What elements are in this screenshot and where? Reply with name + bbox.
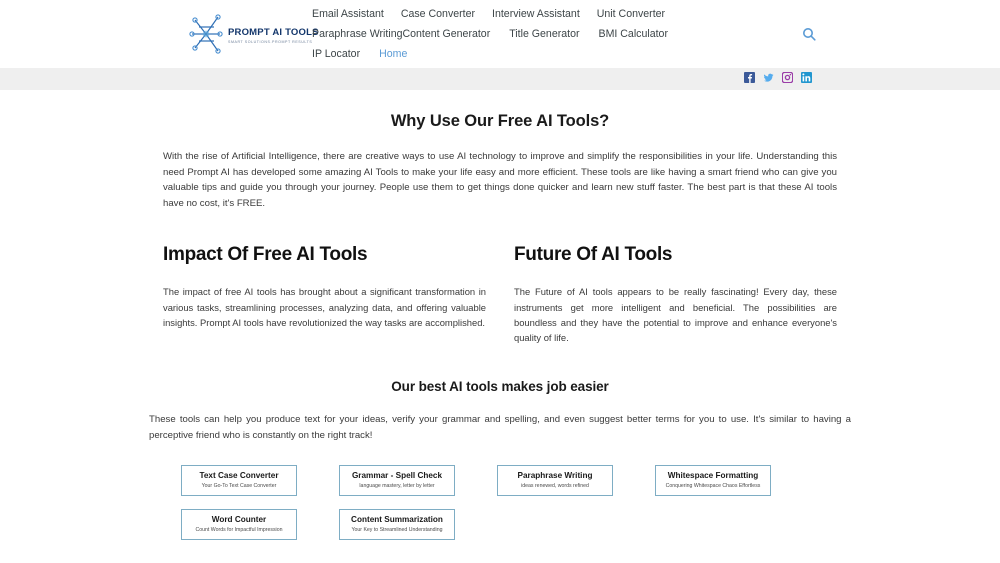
search-icon[interactable]: [802, 27, 816, 41]
best-tools-heading: Our best AI tools makes job easier: [391, 379, 609, 395]
card-title: Text Case Converter: [199, 471, 279, 481]
best-tools-paragraph: These tools can help you produce text fo…: [149, 414, 851, 441]
nav-item-home[interactable]: Home: [379, 47, 407, 61]
impact-heading: Impact Of Free AI Tools: [163, 244, 368, 266]
column-future: Future Of AI Tools The Future of AI tool…: [514, 244, 837, 345]
logo-network-icon: [186, 10, 226, 58]
card-title: Grammar - Spell Check: [351, 471, 443, 481]
future-paragraph: The Future of AI tools appears to be rea…: [514, 286, 837, 343]
tool-card-word-counter[interactable]: Word Counter Count Words for Impactful I…: [181, 509, 297, 541]
logo-text-block: PROMPT AI TOOLS SMART SOLUTIONS.PROMPT R…: [228, 23, 319, 45]
main-navigation: Email Assistant Case Converter Interview…: [312, 7, 742, 61]
card-subtitle: Count Words for Impactful Impression: [195, 527, 283, 534]
tool-card-whitespace-formatting[interactable]: Whitespace Formatting Conquering Whitesp…: [655, 465, 771, 497]
impact-paragraph: The impact of free AI tools has brought …: [163, 286, 486, 328]
tool-card-paraphrase-writing[interactable]: Paraphrase Writing ideas renewed, words …: [497, 465, 613, 497]
card-title: Content Summarization: [351, 515, 443, 525]
facebook-icon[interactable]: [744, 72, 755, 83]
twitter-icon[interactable]: [763, 72, 774, 83]
instagram-icon[interactable]: [782, 72, 793, 83]
nav-item-content-generator[interactable]: Content Generator: [402, 27, 490, 41]
card-title: Paraphrase Writing: [517, 471, 593, 481]
card-subtitle: Your Key to Streamlined Understanding: [351, 527, 443, 534]
nav-item-unit-converter[interactable]: Unit Converter: [597, 7, 665, 21]
nav-item-email-assistant[interactable]: Email Assistant: [312, 7, 384, 21]
nav-item-interview-assistant[interactable]: Interview Assistant: [492, 7, 580, 21]
card-subtitle: Your Go-To Text Case Converter: [201, 483, 277, 490]
page-root: PROMPT AI TOOLS SMART SOLUTIONS.PROMPT R…: [0, 0, 1000, 563]
card-title: Whitespace Formatting: [667, 471, 759, 481]
logo-title: PROMPT AI TOOLS: [228, 27, 319, 39]
future-heading: Future Of AI Tools: [514, 244, 673, 266]
best-tools-card-grid: Text Case Converter Your Go-To Text Case…: [181, 465, 837, 541]
card-subtitle: Conquering Whitespace Chaos Effortless: [665, 483, 761, 490]
nav-item-ip-locator[interactable]: IP Locator: [312, 47, 360, 61]
why-use-paragraph: With the rise of Artificial Intelligence…: [163, 151, 837, 209]
site-logo[interactable]: PROMPT AI TOOLS SMART SOLUTIONS.PROMPT R…: [186, 8, 318, 60]
main-content: Why Use Our Free AI Tools? With the rise…: [0, 112, 1000, 563]
two-column-section: Impact Of Free AI Tools The impact of fr…: [163, 244, 837, 345]
social-links: [744, 72, 812, 83]
tool-card-grammar-spell-check[interactable]: Grammar - Spell Check language mastery, …: [339, 465, 455, 497]
column-impact: Impact Of Free AI Tools The impact of fr…: [163, 244, 486, 345]
tool-card-content-summarization[interactable]: Content Summarization Your Key to Stream…: [339, 509, 455, 541]
tool-card-text-case-converter[interactable]: Text Case Converter Your Go-To Text Case…: [181, 465, 297, 497]
nav-item-bmi-calculator[interactable]: BMI Calculator: [599, 27, 668, 41]
nav-item-title-generator[interactable]: Title Generator: [509, 27, 579, 41]
logo-tagline: SMART SOLUTIONS.PROMPT RESULTS: [228, 40, 313, 45]
site-header: PROMPT AI TOOLS SMART SOLUTIONS.PROMPT R…: [0, 0, 1000, 68]
card-title: Word Counter: [211, 515, 267, 525]
card-subtitle: ideas renewed, words refined: [521, 483, 589, 490]
card-subtitle: language mastery, letter by letter: [359, 483, 435, 490]
page-title-why-use: Why Use Our Free AI Tools?: [390, 112, 610, 130]
social-bar: [0, 68, 1000, 90]
nav-item-paraphrase-writing[interactable]: Paraphrase Writing: [312, 27, 402, 41]
linkedin-icon[interactable]: [801, 72, 812, 83]
nav-item-case-converter[interactable]: Case Converter: [401, 7, 475, 21]
